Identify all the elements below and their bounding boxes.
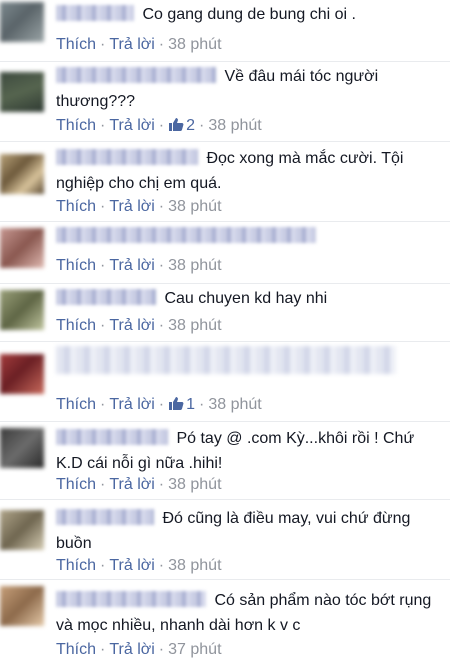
separator: · — [158, 641, 165, 658]
comment-text: Đó cũng là điều may, vui chứ đừng buồn — [56, 506, 444, 556]
separator: · — [158, 317, 165, 334]
reply-link[interactable]: Trả lời — [109, 557, 154, 574]
avatar[interactable] — [0, 228, 44, 268]
like-link[interactable]: Thích — [56, 317, 96, 334]
comment-body: Cau chuyen kd hay nhi — [164, 290, 328, 307]
like-count[interactable]: 2 — [168, 117, 195, 134]
thumbs-up-icon — [169, 397, 184, 410]
like-link[interactable]: Thích — [56, 117, 96, 134]
like-link[interactable]: Thích — [56, 557, 96, 574]
avatar[interactable] — [0, 586, 44, 626]
comment-item: Thích · Trả lời · 38 phút — [0, 222, 450, 284]
timestamp[interactable]: 38 phút — [168, 317, 221, 334]
timestamp[interactable]: 38 phút — [168, 476, 221, 493]
author-name-redacted[interactable] — [56, 149, 198, 165]
comment-actions: Thích · Trả lời · 38 phút — [56, 256, 444, 276]
timestamp[interactable]: 38 phút — [168, 198, 221, 215]
avatar[interactable] — [0, 154, 44, 194]
separator: · — [158, 557, 165, 574]
reply-link[interactable]: Trả lời — [109, 396, 154, 413]
comment-body: Co gang dung de bung chi oi . — [142, 6, 356, 23]
comment-actions: Thích · Trả lời · 38 phút — [56, 197, 444, 217]
comment-item: Đọc xong mà mắc cười. Tội nghiệp cho chị… — [0, 142, 450, 222]
like-link[interactable]: Thích — [56, 257, 96, 274]
separator: · — [100, 557, 106, 574]
separator: · — [100, 257, 106, 274]
comment-text: Có sản phẩm nào tóc bớt rụng và mọc nhiề… — [56, 588, 444, 638]
separator: · — [158, 36, 165, 53]
avatar[interactable] — [0, 510, 44, 550]
reply-link[interactable]: Trả lời — [109, 317, 154, 334]
comment-text: Pó tay @ .com Kỳ...khôi rồi ! Chứ K.D cá… — [56, 426, 444, 476]
separator: · — [100, 198, 106, 215]
comment-item: Có sản phẩm nào tóc bớt rụng và mọc nhiề… — [0, 580, 450, 662]
comment-item: Cau chuyen kd hay nhi Thích · Trả lời · 38 p… — [0, 284, 450, 342]
like-count[interactable]: 1 — [168, 396, 195, 413]
separator: · — [100, 117, 106, 134]
comment-actions: Thích · Trả lời · 2 · 38 phút — [56, 116, 444, 136]
separator: · — [100, 396, 106, 413]
comment-text: Cau chuyen kd hay nhi — [56, 286, 444, 311]
avatar[interactable] — [0, 2, 44, 42]
comment-item: Đó cũng là điều may, vui chứ đừng buồn T… — [0, 500, 450, 580]
comment-text: Co gang dung de bung chi oi . — [56, 2, 444, 27]
timestamp[interactable]: 37 phút — [168, 641, 221, 658]
comment-text: Về đâu mái tóc người thương??? — [56, 64, 444, 114]
author-name-redacted[interactable] — [56, 591, 206, 607]
author-name-redacted[interactable] — [56, 509, 154, 525]
like-link[interactable]: Thích — [56, 198, 96, 215]
comment-actions: Thích · Trả lời · 1 · 38 phút — [56, 395, 444, 415]
like-link[interactable]: Thích — [56, 641, 96, 658]
avatar[interactable] — [0, 72, 44, 112]
like-link[interactable]: Thích — [56, 476, 96, 493]
separator: · — [158, 117, 165, 134]
timestamp[interactable]: 38 phút — [168, 36, 221, 53]
reply-link[interactable]: Trả lời — [109, 257, 154, 274]
avatar[interactable] — [0, 428, 44, 468]
separator: · — [100, 641, 106, 658]
reply-link[interactable]: Trả lời — [109, 36, 154, 53]
separator: · — [158, 476, 165, 493]
author-name-redacted[interactable] — [56, 67, 216, 83]
comment-actions: Thích · Trả lời · 38 phút — [56, 35, 444, 55]
author-name-redacted[interactable] — [56, 289, 156, 305]
reply-link[interactable]: Trả lời — [109, 641, 154, 658]
comment-actions: Thích · Trả lời · 38 phút — [56, 475, 444, 495]
reply-link[interactable]: Trả lời — [109, 198, 154, 215]
reply-link[interactable]: Trả lời — [109, 117, 154, 134]
separator: · — [199, 396, 205, 413]
comment-item: Co gang dung de bung chi oi . Thích · Trả … — [0, 0, 450, 62]
avatar[interactable] — [0, 354, 44, 394]
timestamp[interactable]: 38 phút — [208, 117, 261, 134]
timestamp[interactable]: 38 phút — [208, 396, 261, 413]
thumbs-up-icon — [169, 118, 184, 131]
comment-actions: Thích · Trả lời · 38 phút — [56, 316, 444, 336]
avatar[interactable] — [0, 290, 44, 330]
like-link[interactable]: Thích — [56, 396, 96, 413]
separator: · — [100, 317, 106, 334]
author-name-redacted[interactable] — [56, 429, 168, 445]
comment-list: Co gang dung de bung chi oi . Thích · Trả … — [0, 0, 450, 662]
timestamp[interactable]: 38 phút — [168, 257, 221, 274]
separator: · — [158, 198, 165, 215]
timestamp[interactable]: 38 phút — [168, 557, 221, 574]
comment-text — [56, 224, 444, 249]
like-link[interactable]: Thích — [56, 36, 96, 53]
separator: · — [158, 257, 165, 274]
separator: · — [100, 36, 106, 53]
reply-link[interactable]: Trả lời — [109, 476, 154, 493]
separator: · — [100, 476, 106, 493]
comment-text — [56, 344, 444, 374]
separator: · — [199, 117, 205, 134]
separator: · — [158, 396, 165, 413]
comment-text: Đọc xong mà mắc cười. Tội nghiệp cho chị… — [56, 146, 444, 196]
author-name-redacted[interactable] — [56, 227, 316, 243]
author-name-redacted[interactable] — [56, 5, 134, 21]
comment-item: Thích · Trả lời · 1 · 38 phút — [0, 342, 450, 422]
comment-item: Về đâu mái tóc người thương??? Thích · Trả… — [0, 62, 450, 142]
comment-actions: Thích · Trả lời · 38 phút — [56, 556, 444, 576]
comment-actions: Thích · Trả lời · 37 phút — [56, 640, 444, 660]
comment-body-redacted — [56, 346, 396, 374]
comment-item: Pó tay @ .com Kỳ...khôi rồi ! Chứ K.D cá… — [0, 422, 450, 500]
